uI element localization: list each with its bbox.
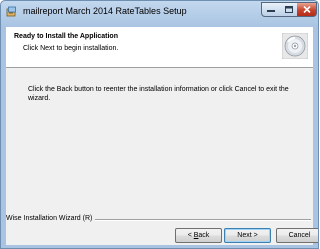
minimize-button[interactable] [261, 2, 281, 17]
window-title: mailreport March 2014 RateTables Setup [23, 6, 187, 16]
dialog-client-area: Ready to Install the Application Click N… [6, 27, 318, 245]
back-button[interactable]: < Back [175, 228, 222, 243]
maximize-button[interactable] [280, 2, 298, 17]
wizard-brand-label: Wise Installation Wizard (R) [6, 215, 96, 222]
maximize-icon [284, 6, 293, 13]
page-subtitle: Click Next to begin installation. [23, 45, 119, 52]
title-bar[interactable]: mailreport March 2014 RateTables Setup [1, 1, 318, 23]
close-button[interactable] [297, 2, 317, 17]
cd-disc-icon [282, 33, 308, 59]
minimize-icon [267, 9, 275, 12]
next-button[interactable]: Next > [224, 228, 271, 243]
back-button-rest: ack [198, 232, 210, 239]
installer-app-icon [6, 6, 16, 17]
cancel-button[interactable]: Cancel [276, 228, 318, 243]
wizard-header: Ready to Install the Application Click N… [6, 27, 313, 68]
next-button-label: Next > [237, 232, 258, 239]
cancel-button-label: Cancel [288, 232, 311, 239]
installer-window: mailreport March 2014 RateTables Setup R… [0, 0, 319, 249]
close-icon [302, 6, 311, 13]
page-title: Ready to Install the Application [14, 33, 118, 40]
instruction-text: Click the Back button to reenter the ins… [28, 86, 289, 102]
